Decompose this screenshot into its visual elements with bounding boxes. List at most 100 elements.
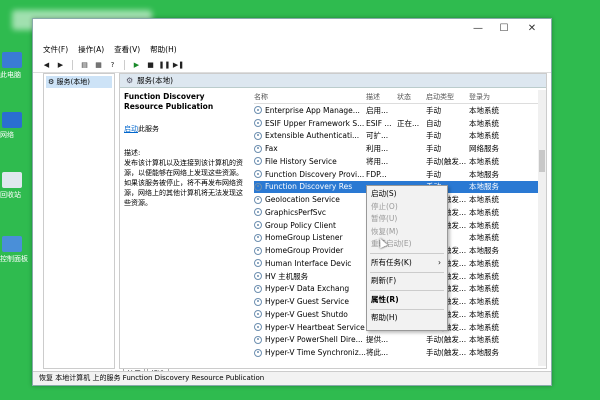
menu-action[interactable]: 操作(A) [78, 44, 104, 55]
table-row[interactable]: Extensible Authenticati... 可扩... 手动 本地系统 [254, 130, 542, 143]
pause-icon[interactable]: ❚❚ [159, 59, 171, 70]
forward-icon[interactable]: ▶ [55, 59, 66, 70]
service-name: Hyper-V PowerShell Dire... [254, 335, 366, 344]
service-desc: 将此... [366, 348, 389, 358]
vertical-scrollbar[interactable] [538, 90, 546, 366]
service-gear-icon [254, 144, 262, 153]
menu-view[interactable]: 查看(V) [114, 44, 140, 55]
context-menu-item[interactable]: 启动(S) [367, 188, 447, 201]
service-name: Function Discovery Provi... [254, 170, 366, 179]
context-menu-item[interactable]: 所有任务(K) › [367, 257, 447, 270]
context-menu-item[interactable]: 属性(R) [367, 294, 447, 307]
service-logon: 本地服务 [469, 182, 499, 192]
col-status[interactable]: 状态 [397, 92, 426, 102]
menu-file[interactable]: 文件(F) [43, 44, 68, 55]
service-gear-icon [254, 119, 262, 128]
service-gear-icon [254, 323, 262, 332]
service-name: Group Policy Client [254, 221, 366, 230]
table-row[interactable]: Hyper-V Time Synchroniz... 将此... 手动(触发... 本… [254, 346, 542, 359]
service-logon: 本地系统 [469, 297, 499, 307]
tree-node-services-local[interactable]: ⚙ 服务(本地) [46, 76, 112, 88]
menu-help[interactable]: 帮助(H) [150, 44, 177, 55]
service-gear-icon [254, 221, 262, 230]
table-row[interactable]: Hyper-V PowerShell Dire... 提供... 手动(触发... 本… [254, 334, 542, 347]
service-name: File History Service [254, 157, 366, 166]
service-logon: 本地系统 [469, 207, 499, 217]
context-menu-item[interactable]: 帮助(H) [367, 312, 447, 325]
back-icon[interactable]: ◀ [41, 59, 52, 70]
service-gear-icon [254, 297, 262, 306]
service-gear-icon [254, 348, 262, 357]
context-menu-item[interactable]: 刷新(F) [367, 275, 447, 288]
service-logon: 本地系统 [469, 322, 499, 332]
help-icon[interactable]: ? [107, 59, 118, 70]
service-gear-icon [254, 310, 262, 319]
service-logon: 本地服务 [469, 348, 499, 358]
menu-separator [370, 271, 444, 273]
col-startup[interactable]: 启动类型 [426, 92, 469, 102]
desktop-shortcut[interactable]: 此电脑 [0, 52, 26, 80]
col-desc[interactable]: 描述 [366, 92, 397, 102]
title-bar: — ☐ ✕ [33, 19, 551, 41]
service-logon: 本地服务 [469, 169, 499, 179]
service-desc: 提供... [366, 335, 389, 345]
service-desc: 启用... [366, 105, 389, 115]
table-row[interactable]: Enterprise App Manage... 启用... 手动 本地系统 [254, 104, 542, 117]
service-startup: 手动(触发... [426, 348, 467, 358]
service-name: ESIF Upper Framework S... [254, 119, 366, 128]
properties-icon[interactable]: ▦ [93, 59, 104, 70]
close-button[interactable]: ✕ [525, 23, 539, 34]
desktop-shortcut[interactable]: 网络 [0, 112, 26, 140]
start-service-link[interactable]: 启动 [124, 125, 138, 133]
service-gear-icon [254, 131, 262, 140]
service-gear-icon [254, 170, 262, 179]
menu-separator [370, 253, 444, 254]
service-gear-icon [254, 182, 262, 191]
service-desc: 将用... [366, 156, 389, 166]
service-logon: 本地系统 [469, 233, 499, 243]
control-panel-icon [2, 236, 22, 252]
context-menu-item: 停止(O) [371, 201, 398, 211]
service-startup: 手动(触发... [426, 335, 467, 345]
action-suffix: 此服务 [138, 125, 159, 133]
table-row[interactable]: Fax 利用... 手动 网络服务 [254, 142, 542, 155]
table-row[interactable]: Function Discovery Provi... FDP... 手动 本地服务 [254, 168, 542, 181]
service-startup: 手动(触发... [426, 156, 467, 166]
service-startup: 手动 [426, 105, 441, 115]
desktop-shortcut[interactable]: 回收站 [0, 172, 26, 200]
service-logon: 本地服务 [469, 246, 499, 256]
toolbar-separator [124, 59, 125, 70]
toolbar-separator [72, 59, 73, 70]
desktop-shortcut-label: 回收站 [0, 191, 21, 199]
service-name: Hyper-V Time Synchroniz... [254, 348, 366, 357]
service-startup: 手动 [426, 144, 441, 154]
context-menu-item: 暂停(U) [371, 214, 398, 223]
service-logon: 本地系统 [469, 309, 499, 319]
minimize-button[interactable]: — [471, 23, 485, 34]
service-name: Geolocation Service [254, 195, 366, 204]
restart-icon[interactable]: ▶❚ [173, 59, 184, 70]
service-logon: 本地系统 [469, 271, 499, 281]
menu-bar: 文件(F) 操作(A) 查看(V) 帮助(H) [33, 41, 551, 57]
maximize-button[interactable]: ☐ [497, 23, 511, 34]
recycle-bin-icon [2, 172, 22, 188]
console-tree-icon[interactable]: ▤ [79, 59, 90, 70]
scrollbar-thumb[interactable] [539, 150, 545, 172]
desktop-shortcut[interactable]: 控制面板 [0, 236, 28, 264]
table-row[interactable]: ESIF Upper Framework S... ESIF ... 正在... 自动… [254, 117, 542, 130]
service-startup: 手动 [426, 169, 441, 179]
service-gear-icon [254, 259, 262, 268]
play-icon[interactable]: ▶ [131, 59, 142, 70]
col-name[interactable]: 名称 [254, 92, 366, 102]
table-row[interactable]: File History Service 将用... 手动(触发... 本地系统 [254, 155, 542, 168]
service-name: Hyper-V Guest Service [254, 297, 366, 306]
service-name: Hyper-V Heartbeat Service [254, 323, 366, 332]
col-logon[interactable]: 登录为 [469, 92, 519, 102]
service-gear-icon [254, 208, 262, 217]
stop-icon[interactable]: ■ [145, 59, 156, 70]
service-name: Human Interface Devic [254, 259, 366, 268]
service-desc: ESIF ... [366, 118, 392, 128]
pane-header-title: 服务(本地) [137, 76, 174, 85]
services-icon: ⚙ [48, 78, 57, 86]
service-name: Hyper-V Data Exchang [254, 284, 366, 293]
